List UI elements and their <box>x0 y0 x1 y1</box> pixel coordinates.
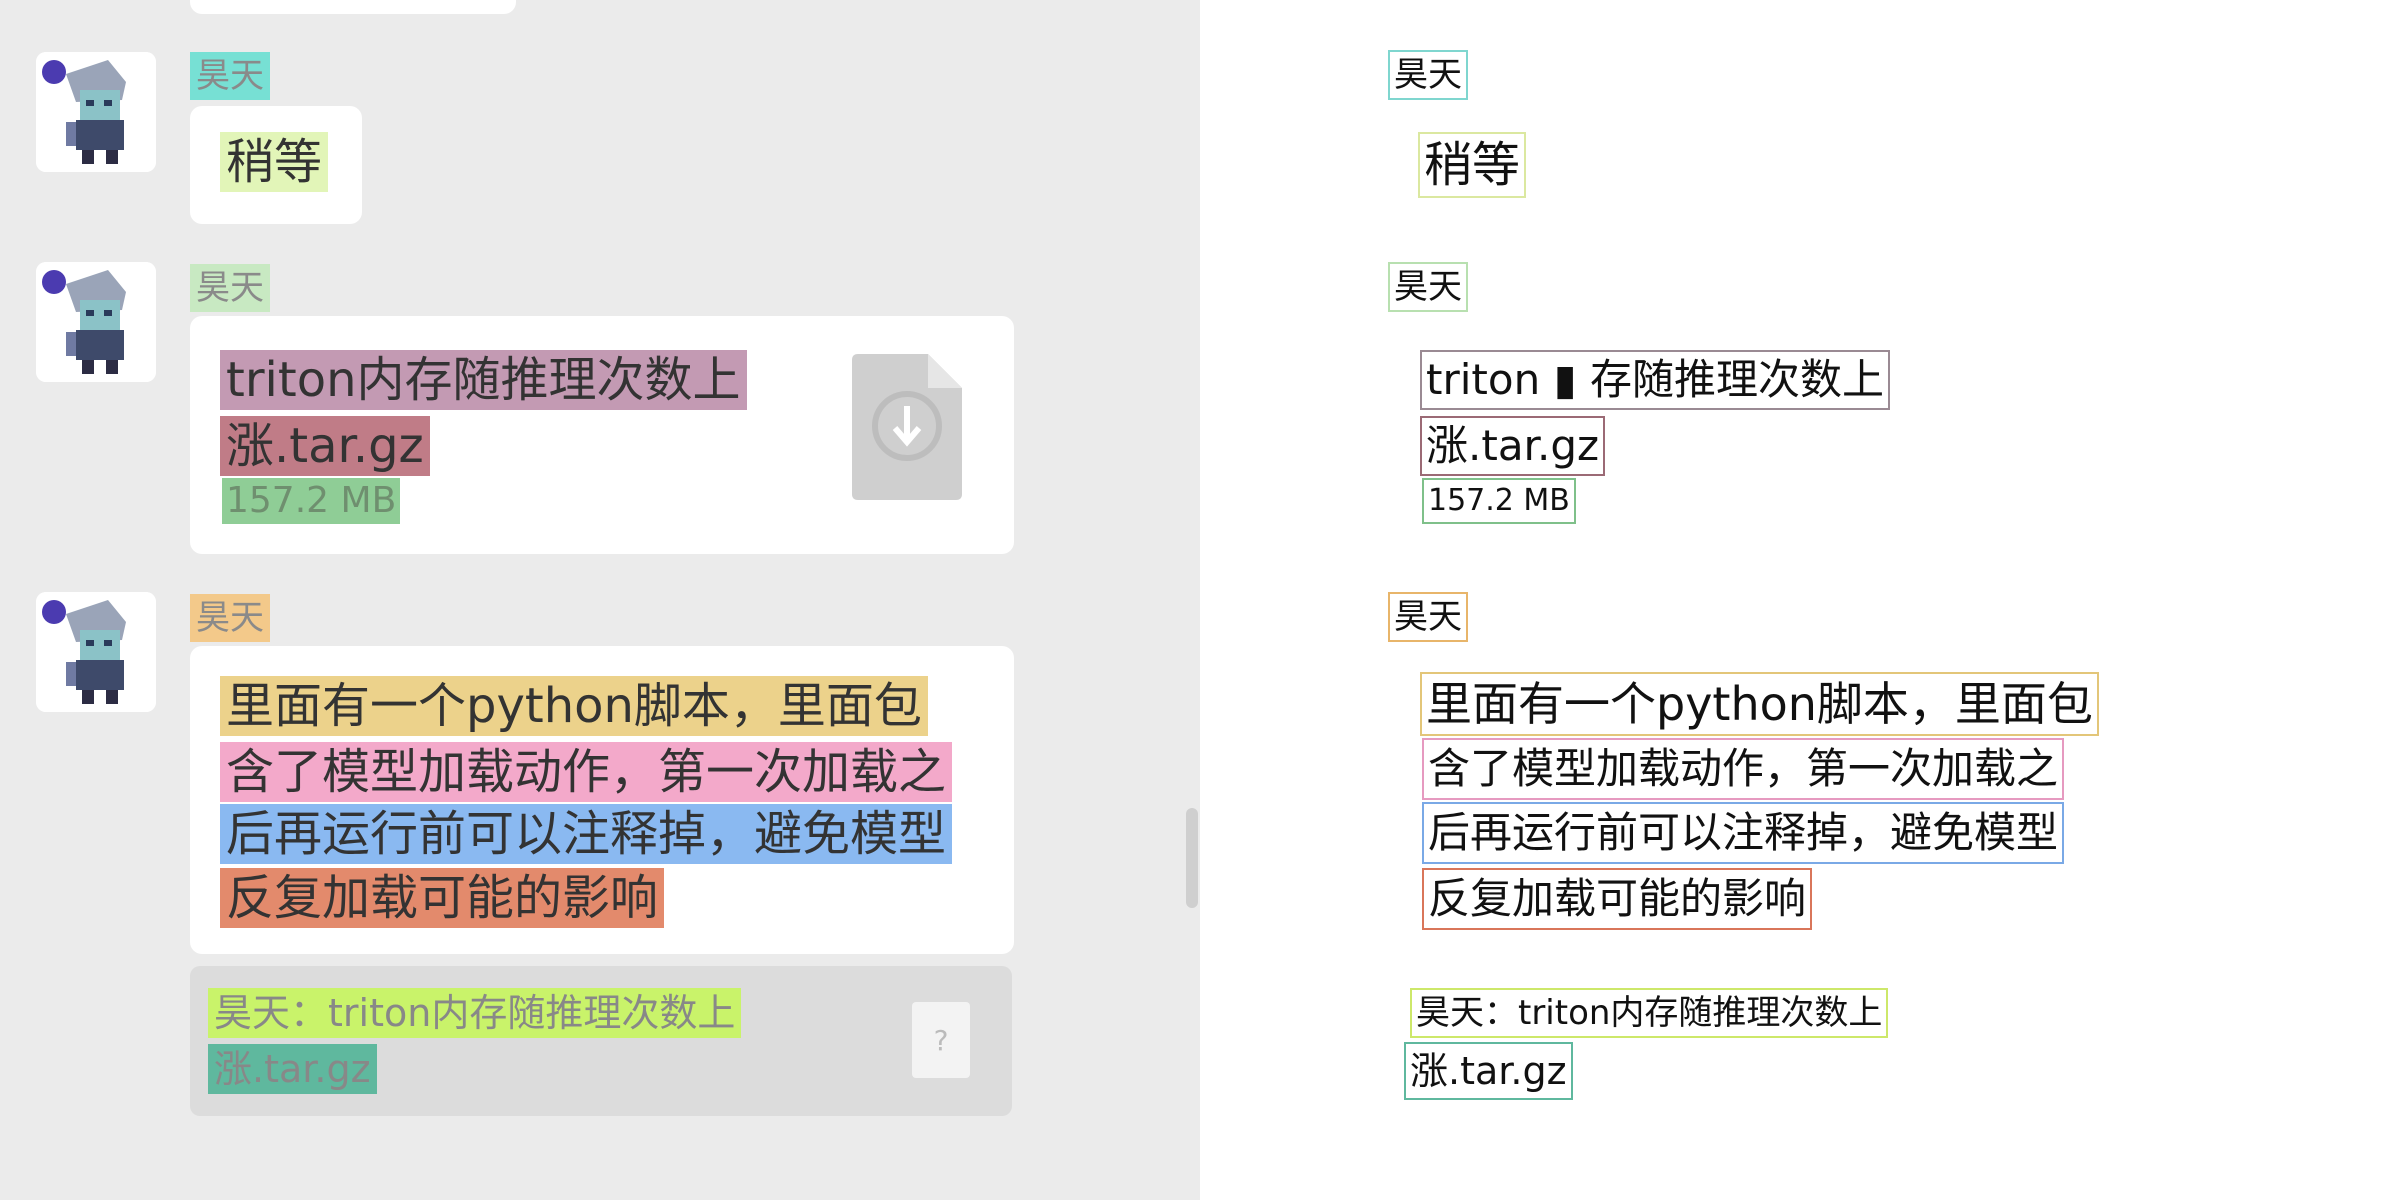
ocr-sender: 昊天 <box>1388 50 1468 100</box>
sender-name: 昊天 <box>190 594 270 642</box>
ocr-text: 涨.tar.gz <box>1404 1042 1573 1100</box>
avatar-image <box>36 592 156 712</box>
ocr-text: 157.2 MB <box>1422 478 1576 524</box>
avatar[interactable] <box>36 262 156 382</box>
file-size: 157.2 MB <box>222 478 401 524</box>
message-line: 后再运行前可以注释掉，避免模型 <box>220 804 953 864</box>
ocr-text: triton ▮ 存随推理次数上 <box>1420 350 1891 410</box>
chat-panel: 昊天 稍等 昊天 triton内存随推理次数上 涨.tar.gz 157.2 M… <box>0 0 1200 1200</box>
file-name-line2: 涨.tar.gz <box>220 416 430 476</box>
ocr-text: 里面有一个python脚本，里面包 <box>1420 672 2099 736</box>
message-line: 含了模型加载动作，第一次加载之 <box>220 742 953 802</box>
quote-line1: 昊天：triton内存随推理次数上 <box>208 988 742 1038</box>
file-message-bubble[interactable]: triton内存随推理次数上 涨.tar.gz 157.2 MB <box>190 316 1014 554</box>
message-line: 反复加载可能的影响 <box>220 868 665 928</box>
quoted-message[interactable]: 昊天：triton内存随推理次数上 涨.tar.gz ? <box>190 966 1012 1116</box>
quote-line2: 涨.tar.gz <box>208 1044 377 1094</box>
message-bubble[interactable]: 稍等 <box>190 106 362 224</box>
ocr-panel: 昊天 稍等 昊天 triton ▮ 存随推理次数上 涨.tar.gz 157.2… <box>1200 0 2400 1200</box>
file-download-icon[interactable] <box>852 354 962 500</box>
ocr-text: 含了模型加载动作，第一次加载之 <box>1422 738 2065 800</box>
sender-name: 昊天 <box>190 52 270 100</box>
avatar-image <box>36 52 156 172</box>
ocr-text: 稍等 <box>1418 132 1527 198</box>
avatar[interactable] <box>36 592 156 712</box>
file-name-line1: triton内存随推理次数上 <box>220 350 747 410</box>
avatar-image <box>36 262 156 382</box>
ocr-sender: 昊天 <box>1388 262 1468 312</box>
sender-name: 昊天 <box>190 264 270 312</box>
ocr-sender: 昊天 <box>1388 592 1468 642</box>
avatar[interactable] <box>36 52 156 172</box>
ocr-text: 涨.tar.gz <box>1420 416 1606 476</box>
question-mark-glyph: ? <box>933 1024 949 1057</box>
scrollbar[interactable] <box>1186 808 1198 908</box>
previous-message-bubble[interactable] <box>190 0 516 14</box>
file-unknown-icon[interactable]: ? <box>912 1002 970 1078</box>
ocr-text: 昊天：triton内存随推理次数上 <box>1410 988 1889 1038</box>
ocr-text: 反复加载可能的影响 <box>1422 868 1813 930</box>
message-text: 稍等 <box>220 132 329 192</box>
message-bubble[interactable]: 里面有一个python脚本，里面包 含了模型加载动作，第一次加载之 后再运行前可… <box>190 646 1014 954</box>
ocr-text: 后再运行前可以注释掉，避免模型 <box>1422 802 2065 864</box>
message-line: 里面有一个python脚本，里面包 <box>220 676 928 736</box>
